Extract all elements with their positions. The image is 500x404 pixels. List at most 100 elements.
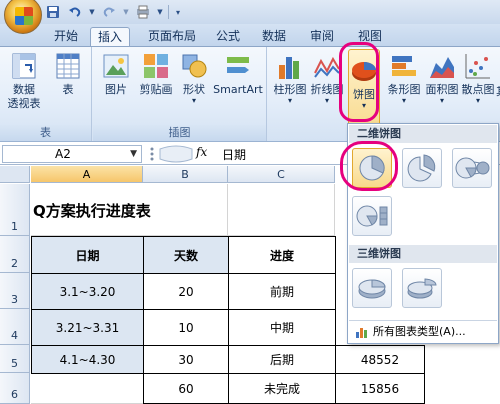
cell-a5[interactable]: 4.1~4.30 [31,345,144,374]
cell-b6[interactable]: 60 [143,373,229,404]
office-logo-icon [15,7,33,25]
pie-of-pie-option[interactable] [452,148,492,188]
column-chart-button[interactable]: 柱形图 ▾ [272,51,308,105]
print-dropdown-icon[interactable]: ▼ [156,3,164,21]
select-all-corner[interactable] [0,166,30,183]
undo-dropdown-icon[interactable]: ▼ [88,3,96,21]
name-box[interactable]: A2 ▼ [2,145,142,163]
pie-3d-icon [358,279,386,299]
bar-chart-button[interactable]: 条形图 ▾ [384,51,424,105]
cell-b4[interactable]: 10 [143,309,229,346]
other-charts-button[interactable]: 其 [496,51,500,99]
row-number: 3 [11,293,18,306]
cell-c2-progress-header[interactable]: 进度 [228,236,336,274]
line-chart-icon [314,56,340,78]
name-box-value: A2 [55,147,71,161]
cell-c5[interactable]: 后期 [228,345,336,374]
area-chart-label: 面积图 [425,83,459,96]
line-chart-label: 折线图 [310,83,344,96]
cell-c1[interactable] [228,184,335,236]
tab-view[interactable]: 视图 [352,27,388,46]
redo-dropdown-icon[interactable]: ▼ [122,3,130,21]
pie-chart-gallery: 二维饼图 三维饼图 所有图表类型(A)... [347,123,499,344]
row-header-2[interactable]: 2 [0,236,30,273]
smartart-label: SmartArt [213,83,263,96]
tab-insert[interactable]: 插入 [90,27,130,46]
gallery-header-2d: 二维饼图 [349,125,497,143]
tab-data[interactable]: 数据 [256,27,292,46]
cell-b1[interactable] [143,184,228,236]
smartart-button[interactable]: SmartArt [211,51,265,97]
row-header-6[interactable]: 6 [0,373,30,404]
area-chart-button[interactable]: 面积图 ▾ [424,51,460,105]
row-header-3[interactable]: 3 [0,273,30,309]
illustrations-group-label: 插图 [93,125,266,141]
pivot-label-line2: 透视表 [7,97,41,110]
column-chart-label: 柱形图 [273,83,307,96]
cell-a6[interactable] [31,373,144,404]
redo-icon[interactable] [100,3,118,21]
column-header-b[interactable]: B [143,166,228,183]
title-bar: ▼ ▼ ▼ ▾ [0,0,500,34]
area-chart-icon [430,57,454,78]
tab-home[interactable]: 开始 [48,27,84,46]
table-button[interactable]: 表 [50,51,86,97]
pie-3d-option[interactable] [352,268,392,308]
row-header-5[interactable]: 5 [0,345,30,373]
tab-formulas[interactable]: 公式 [210,27,246,46]
all-chart-types-label: 所有图表类型(A)... [373,325,466,338]
column-header-c[interactable]: C [228,166,335,183]
cell-c6[interactable]: 未完成 [228,373,336,404]
area-dropdown-icon: ▾ [439,96,444,105]
illustrations-group: 图片 剪贴画 形状 ▾ SmartArt 插图 [93,47,267,141]
exploded-pie-3d-icon [407,278,437,299]
scatter-chart-button[interactable]: 散点图 ▾ [460,51,496,105]
tab-review[interactable]: 审阅 [304,27,340,46]
row-header-1[interactable]: 1 [0,184,30,236]
pie-2d-option[interactable] [352,148,392,188]
formula-value[interactable]: 日期 [222,146,246,163]
picture-icon [103,54,129,78]
shapes-button[interactable]: 形状 ▾ [179,51,209,105]
save-icon[interactable] [44,3,62,21]
line-chart-button[interactable]: 折线图 ▾ [308,51,346,105]
scatter-chart-icon [465,54,490,79]
tab-page-layout[interactable]: 页面布局 [142,27,202,46]
cell-b3[interactable]: 20 [143,273,229,310]
cell-b5[interactable]: 30 [143,345,229,374]
name-box-dropdown-icon[interactable]: ▼ [130,146,137,162]
picture-button[interactable]: 图片 [101,51,131,97]
shapes-dropdown-icon: ▾ [191,96,196,105]
cell-d6[interactable]: 15856 [335,373,425,404]
tables-group: 数据 透视表 表 表 [0,47,92,141]
insert-function-button[interactable]: fx [196,145,207,159]
pivot-label-line1: 数据 [13,83,35,96]
exploded-pie-3d-option[interactable] [402,268,442,308]
customize-qat-icon[interactable]: ▾ [173,3,183,21]
cell-b2-days-header[interactable]: 天数 [143,236,229,274]
cell-d5[interactable]: 48552 [335,345,425,374]
undo-icon[interactable] [66,3,84,21]
cell-c4[interactable]: 中期 [228,309,336,346]
pivot-table-button[interactable]: 数据 透视表 [4,51,44,111]
bar-of-pie-option[interactable] [352,196,392,236]
row-number: 2 [11,257,18,270]
scatter-dropdown-icon: ▾ [475,96,480,105]
all-chart-types-link[interactable]: 所有图表类型(A)... [349,320,497,342]
quick-print-icon[interactable] [134,3,152,21]
cell-a2-date-header[interactable]: 日期 [31,236,144,274]
cell-c3[interactable]: 前期 [228,273,336,310]
other-charts-label: 其 [496,85,500,99]
row-number: 6 [11,388,18,401]
row-number: 1 [11,220,18,233]
clipart-button[interactable]: 剪贴画 [135,51,177,97]
column-header-a[interactable]: A [31,166,143,183]
cell-a3[interactable]: 3.1~3.20 [31,273,144,310]
row-header-4[interactable]: 4 [0,309,30,345]
pie-chart-label: 饼图 [353,88,375,101]
scatter-chart-label: 散点图 [461,83,495,96]
line-dropdown-icon: ▾ [324,96,329,105]
pie-chart-icon [352,62,376,81]
cell-a4[interactable]: 3.21~3.31 [31,309,144,346]
exploded-pie-2d-option[interactable] [402,148,442,188]
